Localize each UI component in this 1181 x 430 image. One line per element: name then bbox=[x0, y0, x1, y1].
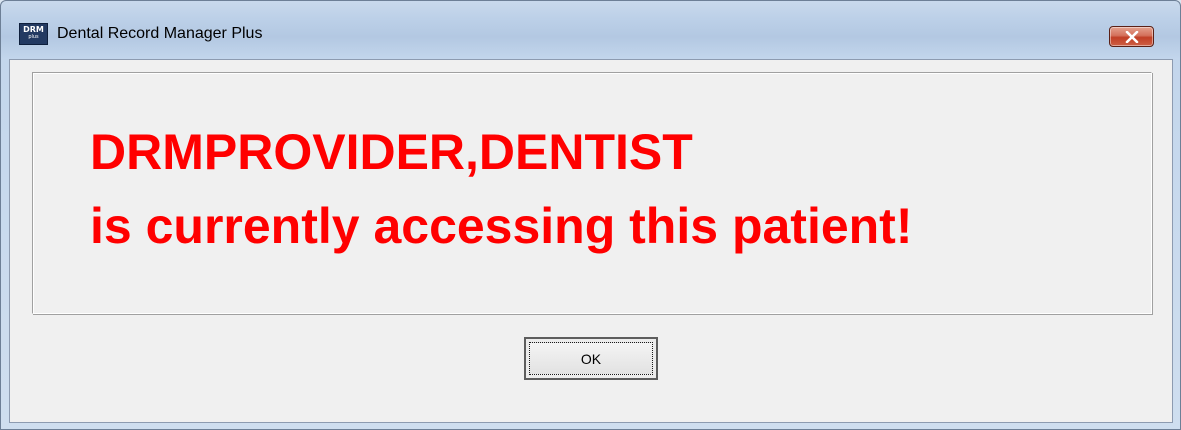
drm-plus-app-icon[interactable]: DRM plus bbox=[19, 23, 48, 45]
close-button[interactable] bbox=[1109, 26, 1154, 47]
ok-button[interactable]: OK bbox=[524, 337, 658, 380]
window-title: Dental Record Manager Plus bbox=[57, 25, 263, 42]
ok-button-label: OK bbox=[529, 342, 653, 375]
dialog-window: DRM plus Dental Record Manager Plus DRMP… bbox=[0, 0, 1181, 430]
dialog-client-area: DRMPROVIDER,DENTIST is currently accessi… bbox=[9, 59, 1173, 423]
message-access-warning: is currently accessing this patient! bbox=[90, 198, 913, 254]
app-icon-subtext: plus bbox=[28, 34, 39, 40]
title-bar[interactable]: DRM plus Dental Record Manager Plus bbox=[1, 1, 1180, 59]
app-icon-text: DRM bbox=[23, 25, 44, 34]
message-panel: DRMPROVIDER,DENTIST is currently accessi… bbox=[32, 72, 1152, 314]
close-icon bbox=[1125, 31, 1139, 43]
message-provider-name: DRMPROVIDER,DENTIST bbox=[90, 124, 693, 180]
